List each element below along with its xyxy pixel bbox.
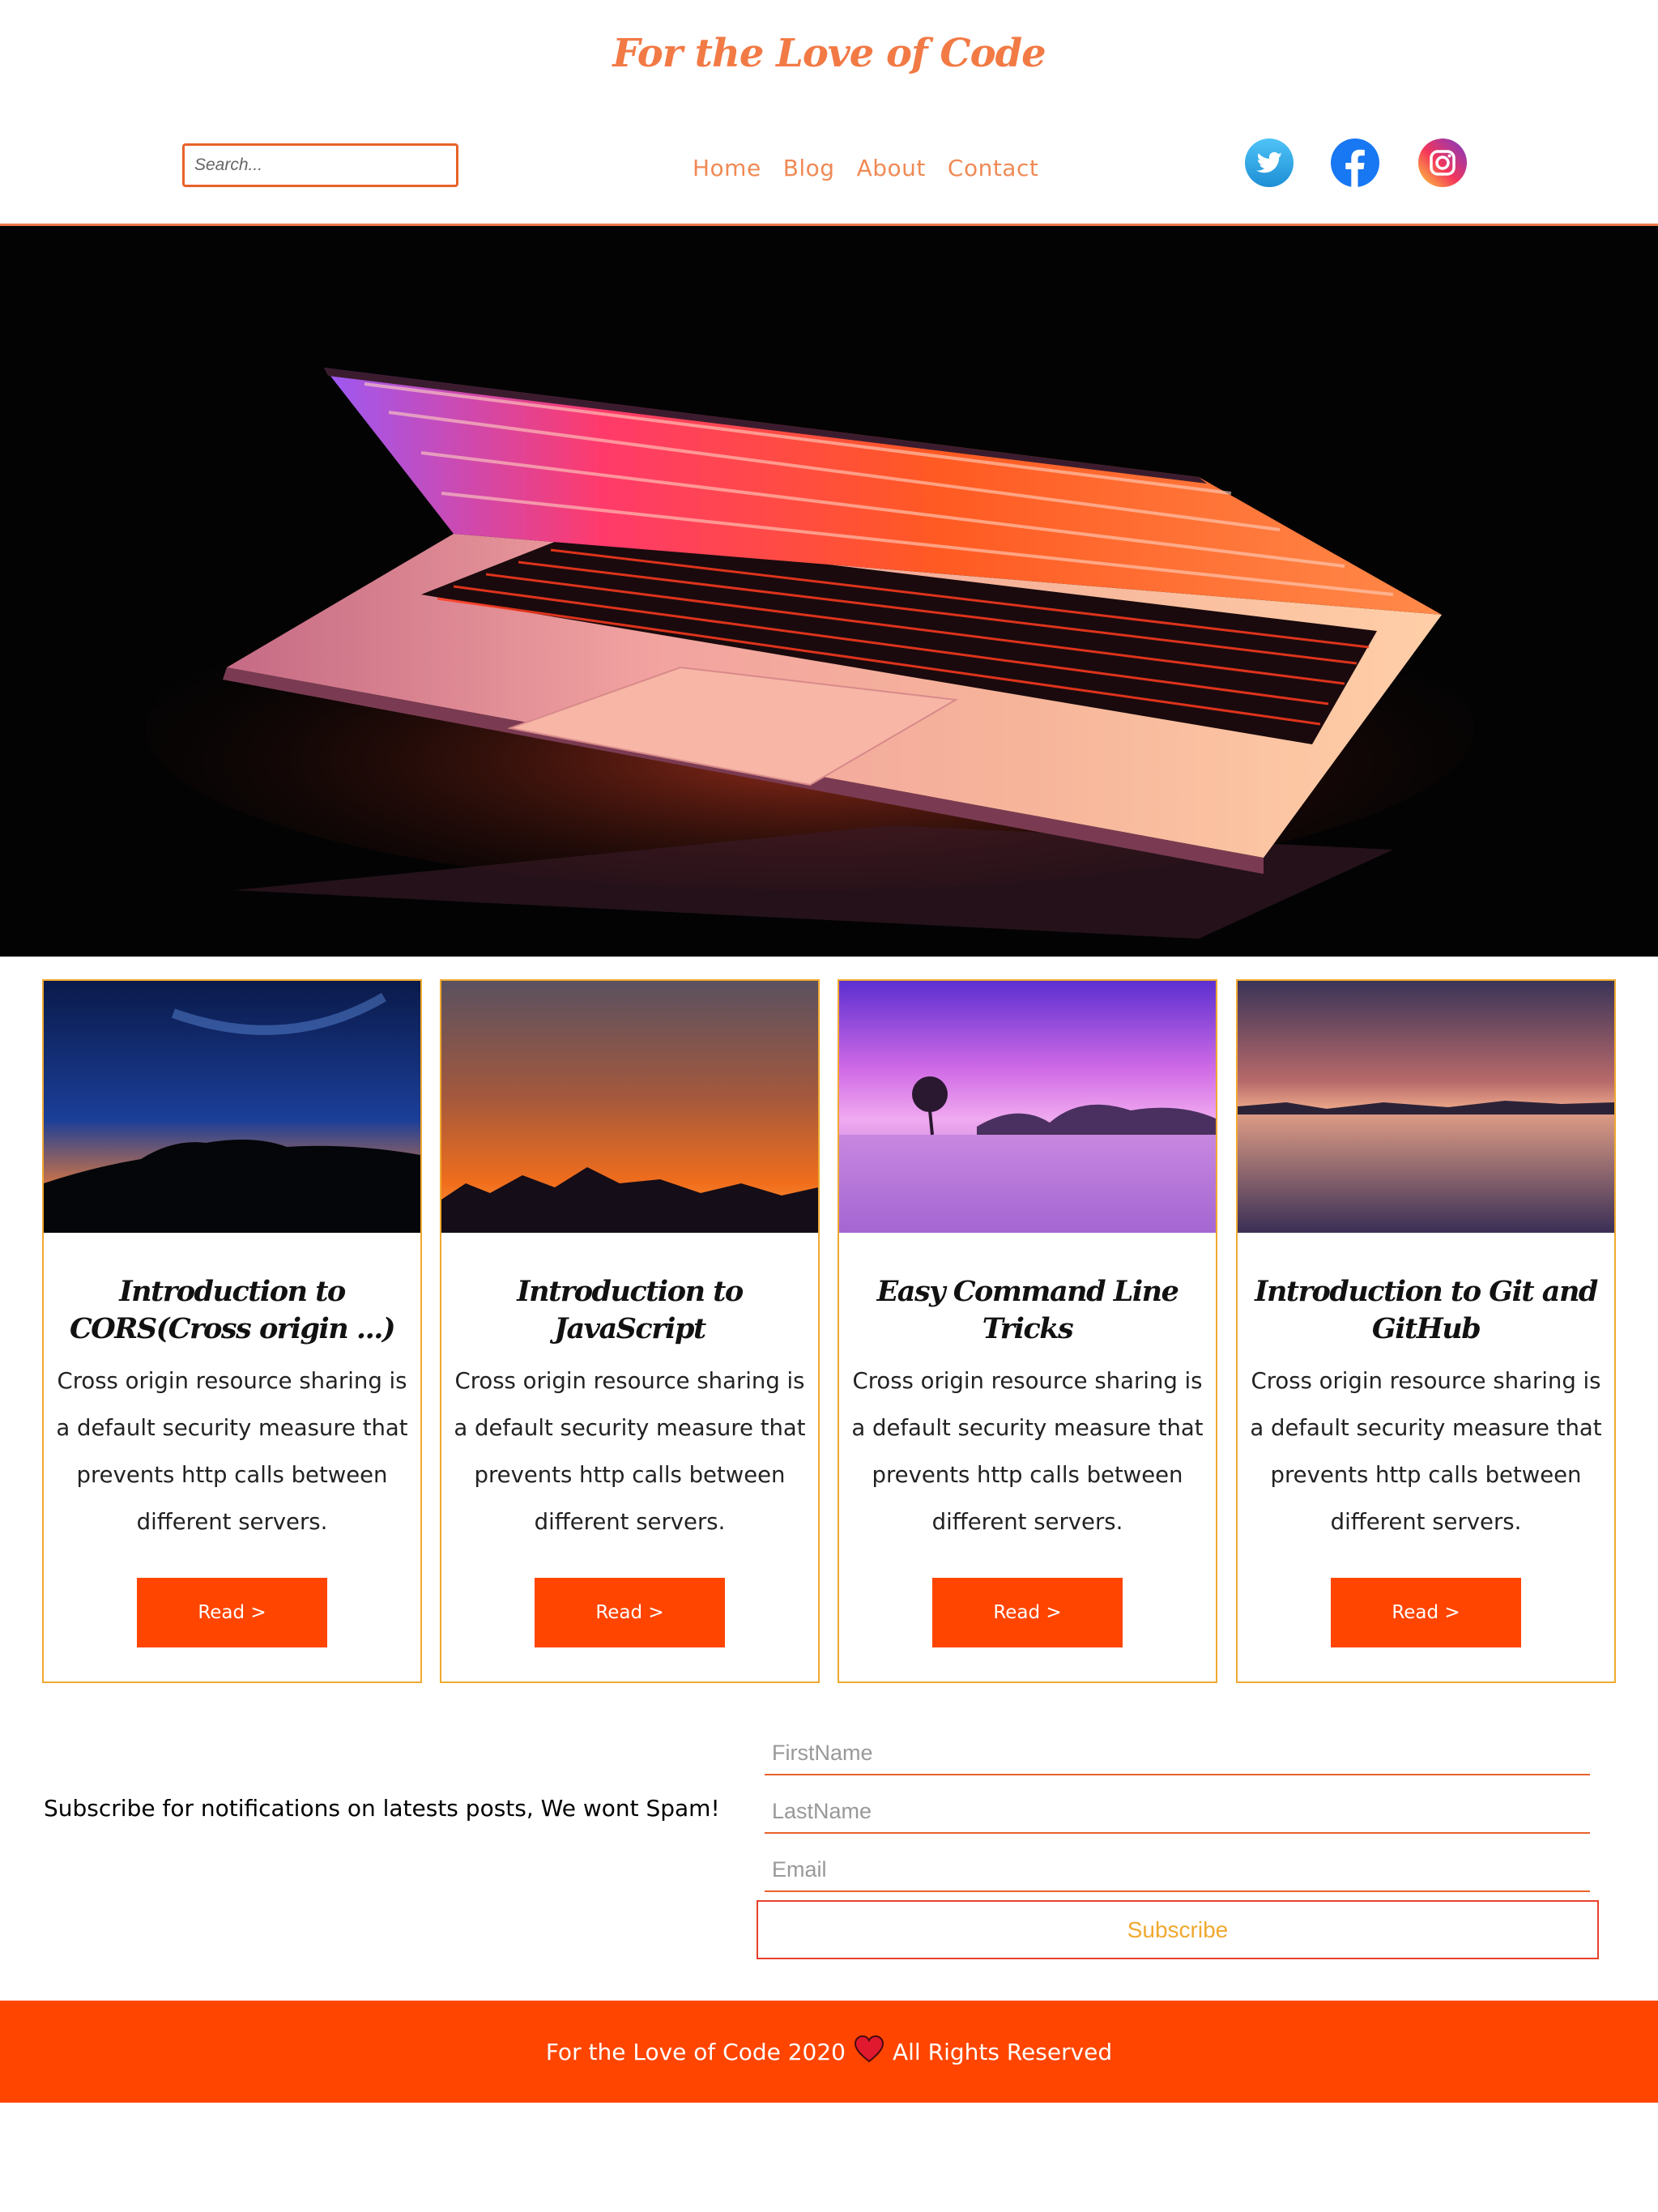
nav-blog[interactable]: Blog [783,155,835,195]
post-thumbnail [839,981,1216,1233]
post-thumbnail [1238,981,1614,1233]
read-button[interactable]: Read > [932,1578,1123,1647]
hero-image [0,224,1658,957]
post-excerpt: Cross origin resource sharing is a defau… [454,1368,806,1535]
post-thumbnail [44,981,420,1233]
twitter-icon[interactable] [1244,138,1294,188]
nav-about[interactable]: About [857,155,926,195]
instagram-icon[interactable] [1417,138,1468,188]
post-title: Easy Command Line Tricks [876,1275,1179,1345]
post-excerpt: Cross origin resource sharing is a defau… [56,1368,408,1535]
read-button[interactable]: Read > [535,1578,725,1647]
post-title: Introduction to JavaScript [517,1275,744,1345]
footer: For the Love of Code 2020 All Rights Res… [0,2001,1658,2103]
post-card: Easy Command Line Tricks Cross origin re… [838,979,1217,1683]
post-thumbnail [441,981,818,1233]
nav-contact[interactable]: Contact [948,155,1038,195]
post-title: Introduction to CORS(Cross origin ...) [69,1275,396,1345]
lastname-field[interactable] [765,1790,1590,1834]
subscribe-text: Subscribe for notifications on latests p… [44,1795,720,1822]
site-title: For the Love of Code [612,31,1046,76]
post-card: Introduction to CORS(Cross origin ...) C… [42,979,422,1683]
email-field[interactable] [765,1848,1590,1892]
facebook-icon[interactable] [1330,138,1380,188]
post-excerpt: Cross origin resource sharing is a defau… [1250,1368,1602,1535]
post-excerpt: Cross origin resource sharing is a defau… [851,1368,1204,1535]
read-button[interactable]: Read > [137,1578,327,1647]
heart-icon [854,2035,884,2069]
footer-copyright: For the Love of Code 2020 [545,2038,846,2065]
footer-rights: All Rights Reserved [893,2038,1113,2065]
post-card: Introduction to JavaScript Cross origin … [440,979,820,1683]
main-nav: Home Blog About Contact [693,155,1038,195]
read-button[interactable]: Read > [1331,1578,1521,1647]
search-input[interactable] [182,143,458,187]
post-card: Introduction to Git and GitHub Cross ori… [1236,979,1616,1683]
post-title: Introduction to Git and GitHub [1255,1275,1598,1345]
nav-home[interactable]: Home [693,155,761,195]
subscribe-button[interactable]: Subscribe [757,1900,1599,1959]
firstname-field[interactable] [765,1732,1590,1775]
